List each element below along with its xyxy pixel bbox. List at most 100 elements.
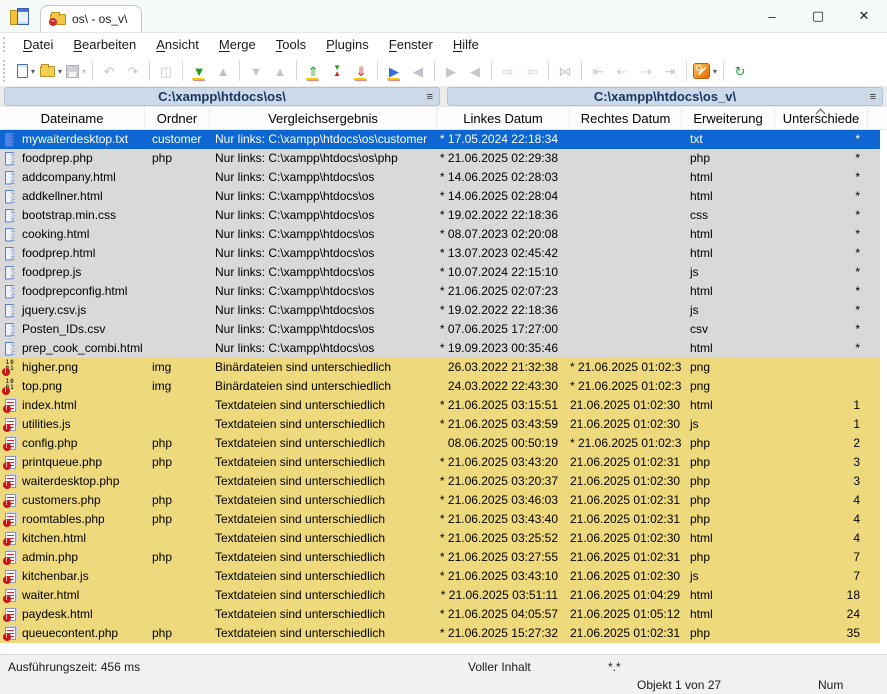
window-controls: – ▢ ✕ — [749, 0, 887, 32]
next-item-button[interactable]: ⇢ — [634, 59, 658, 83]
refresh-button[interactable]: ↻ — [728, 59, 752, 83]
menu-plugins[interactable]: Plugins — [317, 35, 378, 54]
prev-item-button[interactable]: ⇠ — [610, 59, 634, 83]
table-row[interactable]: foodprep.jsNur links: C:\xampp\htdocs\os… — [0, 263, 880, 282]
last-item-button[interactable]: ⇥ — [658, 59, 682, 83]
table-row[interactable]: top.pngimgBinärdateien sind unterschiedl… — [0, 377, 880, 396]
table-row[interactable]: waiterdesktop.phpTextdateien sind unters… — [0, 472, 880, 491]
table-row[interactable]: mywaiterdesktop.txtcustomerNur links: C:… — [0, 130, 880, 149]
menu-bearbeiten[interactable]: Bearbeiten — [64, 35, 145, 54]
copy-left-advance-button[interactable]: ◀ — [463, 59, 487, 83]
right-path-menu-icon[interactable]: ≡ — [870, 91, 876, 103]
minimize-button[interactable]: – — [749, 0, 795, 32]
column-header-linkes-datum[interactable]: Linkes Datum — [437, 107, 570, 129]
table-row[interactable]: addkellner.htmlNur links: C:\xampp\htdoc… — [0, 187, 880, 206]
undo-button[interactable]: ↶ — [97, 59, 121, 83]
table-row[interactable]: utilities.jsTextdateien sind unterschied… — [0, 415, 880, 434]
table-row[interactable]: queuecontent.phpphpTextdateien sind unte… — [0, 624, 880, 643]
copy-right-advance-button[interactable]: ▶ — [439, 59, 463, 83]
column-header-erweiterung[interactable]: Erweiterung — [682, 107, 775, 129]
right-path-header[interactable]: C:\xampp\htdocs\os_v\ ≡ — [447, 87, 883, 106]
right-date-cell: 21.06.2025 01:02:30 — [570, 472, 682, 491]
file-name-cell: waiter.html — [20, 586, 145, 605]
table-row[interactable]: admin.phpphpTextdateien sind unterschied… — [0, 548, 880, 567]
options-button[interactable]: ▾ — [691, 59, 719, 83]
dropdown-caret-icon[interactable]: ▾ — [82, 67, 86, 76]
left-path-menu-icon[interactable]: ≡ — [427, 91, 433, 103]
table-row[interactable]: foodprep.phpphpNur links: C:\xampp\htdoc… — [0, 149, 880, 168]
select-diffs-down-button[interactable]: ⇓ — [349, 59, 373, 83]
left-date-cell: * 14.06.2025 02:28:04 — [437, 187, 570, 206]
column-header-ordner[interactable]: Ordner — [145, 107, 210, 129]
diff-count-cell: 7 — [775, 548, 868, 567]
table-row[interactable]: config.phpphpTextdateien sind unterschie… — [0, 434, 880, 453]
folder-cell — [145, 320, 210, 339]
table-row[interactable]: prep_cook_combi.htmlNur links: C:\xampp\… — [0, 339, 880, 358]
maximize-button[interactable]: ▢ — [795, 0, 841, 32]
open-left-button[interactable]: ⇦ — [520, 59, 544, 83]
table-row[interactable]: jquery.csv.jsNur links: C:\xampp\htdocs\… — [0, 301, 880, 320]
right-date-cell — [570, 130, 682, 149]
move-right-button[interactable]: ▼ — [244, 59, 268, 83]
dropdown-caret-icon[interactable]: ▾ — [31, 67, 35, 76]
copy-right-button[interactable]: ▼ — [187, 59, 211, 83]
open-button[interactable]: ▾ — [38, 59, 64, 83]
copy-left-button[interactable]: ▲ — [211, 59, 235, 83]
file-status-icon-cell — [0, 339, 20, 358]
first-item-button[interactable]: ⇤ — [586, 59, 610, 83]
accent-bar — [387, 78, 399, 80]
table-row[interactable]: index.htmlTextdateien sind unterschiedli… — [0, 396, 880, 415]
table-row[interactable]: foodprepconfig.htmlNur links: C:\xampp\h… — [0, 282, 880, 301]
table-row[interactable]: waiter.htmlTextdateien sind unterschiedl… — [0, 586, 880, 605]
table-row[interactable]: kitchen.htmlTextdateien sind unterschied… — [0, 529, 880, 548]
menu-ansicht[interactable]: Ansicht — [147, 35, 208, 54]
table-row[interactable]: customers.phpphpTextdateien sind untersc… — [0, 491, 880, 510]
table-row[interactable]: cooking.htmlNur links: C:\xampp\htdocs\o… — [0, 225, 880, 244]
table-row[interactable]: printqueue.phpphpTextdateien sind unters… — [0, 453, 880, 472]
column-header-dateiname[interactable]: Dateiname — [0, 107, 145, 129]
menu-tools[interactable]: Tools — [267, 35, 315, 54]
folder-cell: customer — [145, 130, 210, 149]
left-date-cell: * 21.06.2025 03:43:10 — [437, 567, 570, 586]
column-header-unterschiede[interactable]: Unterschiede — [775, 107, 868, 129]
open-right-button[interactable]: ⇨ — [496, 59, 520, 83]
table-row[interactable]: addcompany.htmlNur links: C:\xampp\htdoc… — [0, 168, 880, 187]
save-button[interactable]: ▾ — [64, 59, 88, 83]
menu-merge[interactable]: Merge — [210, 35, 265, 54]
close-button[interactable]: ✕ — [841, 0, 887, 32]
swap-panes-button[interactable]: ⋈ — [553, 59, 577, 83]
result-cell: Nur links: C:\xampp\htdocs\os\customer — [210, 130, 437, 149]
dropdown-caret-icon[interactable]: ▾ — [713, 67, 717, 76]
select-diffs-up-button[interactable]: ⇑ — [301, 59, 325, 83]
next-diff-button[interactable]: ▶ — [382, 59, 406, 83]
menu-datei[interactable]: Datei — [14, 35, 62, 54]
select-diffs-mid-button[interactable]: ▼▲ — [325, 59, 349, 83]
compare-tab[interactable]: os\ - os_v\ — [40, 5, 142, 32]
table-row[interactable]: roomtables.phpphpTextdateien sind unters… — [0, 510, 880, 529]
view-split-button[interactable]: ◫ — [154, 59, 178, 83]
result-cell: Textdateien sind unterschiedlich — [210, 567, 437, 586]
prev-diff-button[interactable]: ◀ — [406, 59, 430, 83]
text-diff-icon — [5, 418, 16, 431]
table-row[interactable]: bootstrap.min.cssNur links: C:\xampp\htd… — [0, 206, 880, 225]
table-row[interactable]: paydesk.htmlTextdateien sind unterschied… — [0, 605, 880, 624]
table-row[interactable]: foodprep.htmlNur links: C:\xampp\htdocs\… — [0, 244, 880, 263]
table-row[interactable]: Posten_IDs.csvNur links: C:\xampp\htdocs… — [0, 320, 880, 339]
right-date-cell: * 21.06.2025 01:02:31 — [570, 434, 682, 453]
menu-hilfe[interactable]: Hilfe — [444, 35, 488, 54]
left-path-header[interactable]: C:\xampp\htdocs\os\ ≡ — [4, 87, 440, 106]
execution-time-status: Ausführungszeit: 456 ms — [8, 660, 140, 674]
menu-fenster[interactable]: Fenster — [380, 35, 442, 54]
file-status-icon-cell — [0, 548, 20, 567]
column-header-rechtes-datum[interactable]: Rechtes Datum — [570, 107, 682, 129]
table-row[interactable]: kitchenbar.jsTextdateien sind unterschie… — [0, 567, 880, 586]
object-count-status: Objekt 1 von 27 — [637, 678, 721, 692]
new-button[interactable]: ▾ — [14, 59, 38, 83]
redo-button[interactable]: ↷ — [121, 59, 145, 83]
diff-count-cell: 3 — [775, 453, 868, 472]
binary-diff-icon — [4, 380, 17, 393]
column-header-vergleichsergebnis[interactable]: Vergleichsergebnis — [210, 107, 437, 129]
table-row[interactable]: higher.pngimgBinärdateien sind unterschi… — [0, 358, 880, 377]
dropdown-caret-icon[interactable]: ▾ — [58, 67, 62, 76]
move-left-button[interactable]: ▲ — [268, 59, 292, 83]
